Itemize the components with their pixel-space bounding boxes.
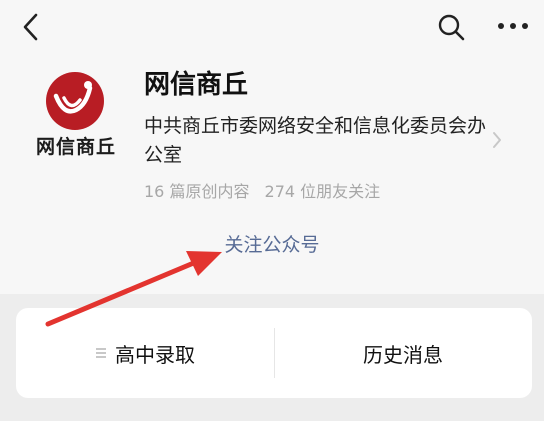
more-icon[interactable] [496,14,530,38]
account-logo: 网信商丘 [26,72,126,164]
menu-item-admission[interactable]: 高中录取 [16,308,274,398]
logo-mark-icon [53,81,93,114]
account-name: 网信商丘 [144,70,249,100]
menu-item-label: 高中录取 [115,342,195,367]
account-organization[interactable]: 中共商丘市委网络安全和信息化委员会办公室 [144,112,494,170]
chevron-left-icon[interactable] [18,12,44,42]
search-icon[interactable] [436,12,466,42]
chevron-right-icon[interactable] [490,130,504,150]
menu-item-history[interactable]: 历史消息 [274,308,532,398]
account-stats: 16 篇原创内容 274 位朋友关注 [144,178,390,202]
logo-emblem [46,72,104,130]
menu-lines-icon [96,348,106,358]
followers-count: 274 位朋友关注 [264,182,381,201]
follow-button[interactable]: 关注公众号 [0,230,544,257]
bottom-menu: 高中录取 历史消息 [16,308,532,398]
logo-text: 网信商丘 [35,136,116,158]
menu-item-label: 历史消息 [363,342,443,367]
original-articles-count: 16 篇原创内容 [144,182,250,201]
